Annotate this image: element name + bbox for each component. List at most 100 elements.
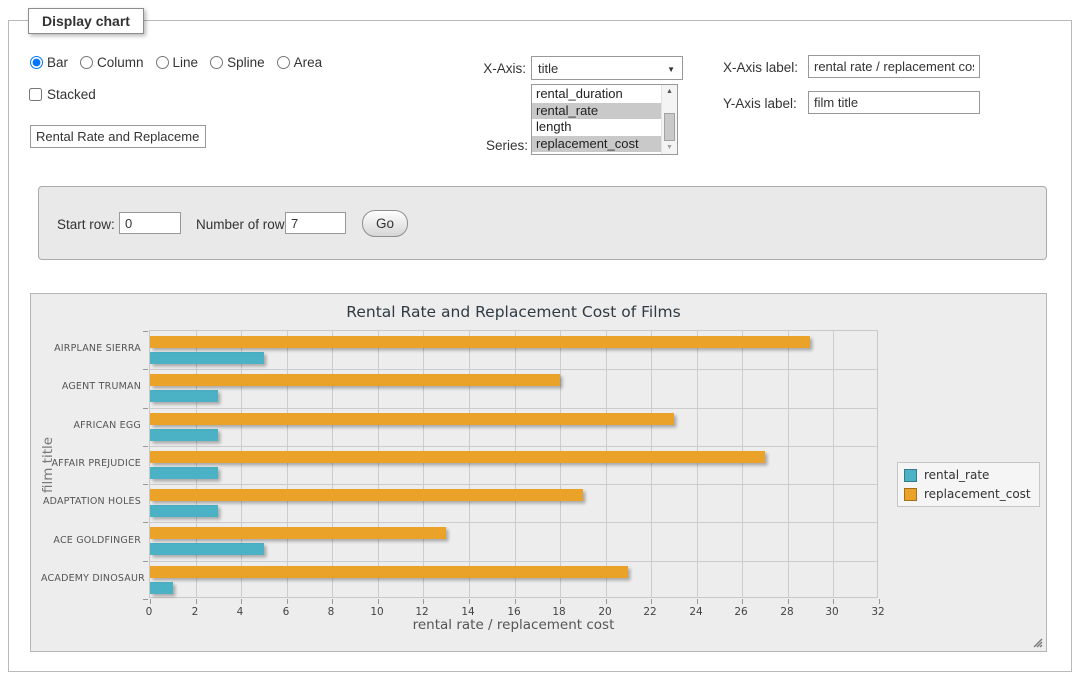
category-label: AIRPLANE SIERRA — [41, 343, 141, 354]
stacked-checkbox[interactable] — [29, 88, 42, 101]
series-option-rental_rate[interactable]: rental_rate — [532, 103, 661, 120]
series-option-rental_duration[interactable]: rental_duration — [532, 86, 661, 103]
dropdown-arrow-icon: ▼ — [667, 65, 675, 74]
y-axis-tick — [143, 484, 148, 485]
x-axis-tick — [560, 599, 561, 604]
x-axis-tick — [150, 599, 151, 604]
legend-swatch-rental_rate-icon — [904, 469, 917, 482]
x-axis-tick — [742, 599, 743, 604]
bar-rental_rate — [150, 467, 218, 479]
chart-type-radio-group: Bar Column Line Spline Area — [30, 55, 322, 70]
chart-type-label: Area — [294, 55, 323, 70]
legend-item-rental_rate: rental_rate — [904, 468, 1031, 482]
go-button[interactable]: Go — [362, 210, 408, 237]
series-option-length[interactable]: length — [532, 119, 661, 136]
num-rows-input[interactable] — [285, 212, 346, 234]
bar-rental_rate — [150, 505, 218, 517]
x-axis-title: rental rate / replacement cost — [149, 617, 878, 633]
x-axis-tick — [469, 599, 470, 604]
legend-item-replacement_cost: replacement_cost — [904, 487, 1031, 501]
chart-type-label: Line — [173, 55, 199, 70]
y-axis-tick — [143, 561, 148, 562]
gridline-vertical — [560, 331, 561, 597]
gridline-vertical — [332, 331, 333, 597]
stacked-label: Stacked — [47, 87, 96, 102]
chart-type-label: Bar — [47, 55, 68, 70]
x-axis-tick — [651, 599, 652, 604]
chart-type-radio-line[interactable] — [156, 56, 169, 69]
category-label: ACADEMY DINOSAUR — [41, 573, 141, 584]
gridline-vertical — [423, 331, 424, 597]
y-axis-label-text: Y-Axis label: — [723, 96, 797, 111]
legend-label: replacement_cost — [924, 487, 1031, 501]
gridline-vertical — [833, 331, 834, 597]
x-axis-select[interactable]: title ▼ — [531, 56, 683, 80]
scroll-up-icon[interactable]: ▲ — [662, 85, 677, 98]
gridline-vertical — [241, 331, 242, 597]
y-axis-tick — [143, 369, 148, 370]
resize-grip-icon[interactable] — [1031, 636, 1043, 648]
chart-panel: Rental Rate and Replacement Cost of Film… — [30, 293, 1047, 652]
chart-type-label: Spline — [227, 55, 265, 70]
x-axis-label-input[interactable] — [808, 55, 980, 78]
chart-type-radio-column[interactable] — [80, 56, 93, 69]
bar-rental_rate — [150, 390, 218, 402]
gridline-horizontal — [150, 484, 877, 485]
display-chart-legend: Display chart — [28, 8, 144, 34]
category-label: ACE GOLDFINGER — [41, 535, 141, 546]
gridline-horizontal — [150, 522, 877, 523]
y-axis-tick — [143, 522, 148, 523]
gridline-vertical — [287, 331, 288, 597]
category-label: AFFAIR PREJUDICE — [41, 458, 141, 469]
stacked-checkbox-row[interactable]: Stacked — [29, 87, 96, 102]
bar-replacement_cost — [150, 489, 583, 501]
x-axis-select-label: X-Axis: — [470, 61, 526, 76]
bar-rental_rate — [150, 352, 264, 364]
legend-label: rental_rate — [924, 468, 989, 482]
gridline-horizontal — [150, 561, 877, 562]
gridline-horizontal — [150, 369, 877, 370]
x-axis-tick — [241, 599, 242, 604]
plot-area — [149, 330, 878, 598]
y-axis-label-input[interactable] — [808, 91, 980, 114]
x-axis-label-text: X-Axis label: — [723, 60, 798, 75]
x-axis-tick — [697, 599, 698, 604]
chart-type-option-bar[interactable]: Bar — [30, 55, 68, 70]
gridline-vertical — [378, 331, 379, 597]
gridline-horizontal — [150, 408, 877, 409]
start-row-input[interactable] — [119, 212, 181, 234]
chart-type-radio-bar[interactable] — [30, 56, 43, 69]
legend-swatch-replacement_cost-icon — [904, 488, 917, 501]
x-axis-tick — [833, 599, 834, 604]
gridline-vertical — [651, 331, 652, 597]
gridline-vertical — [742, 331, 743, 597]
chart-type-option-area[interactable]: Area — [277, 55, 323, 70]
chart-title-input[interactable] — [30, 125, 206, 148]
bar-replacement_cost — [150, 527, 446, 539]
series-option-replacement_cost[interactable]: replacement_cost — [532, 136, 661, 153]
x-axis-tick — [332, 599, 333, 604]
bar-replacement_cost — [150, 413, 674, 425]
bar-replacement_cost — [150, 566, 628, 578]
page: Display chart Bar Column Line Spline Area St… — [0, 0, 1081, 681]
start-row-label: Start row: — [57, 217, 115, 232]
chart-type-option-column[interactable]: Column — [80, 55, 144, 70]
series-scrollbar[interactable]: ▲ ▼ — [661, 85, 677, 154]
gridline-vertical — [515, 331, 516, 597]
x-axis-tick — [606, 599, 607, 604]
chart-type-radio-area[interactable] — [277, 56, 290, 69]
row-range-panel — [38, 186, 1047, 260]
bar-rental_rate — [150, 582, 173, 594]
chart-type-option-line[interactable]: Line — [156, 55, 199, 70]
chart-title: Rental Rate and Replacement Cost of Film… — [149, 303, 878, 321]
chart-type-option-spline[interactable]: Spline — [210, 55, 265, 70]
bar-replacement_cost — [150, 374, 560, 386]
scroll-down-icon[interactable]: ▼ — [662, 141, 677, 154]
gridline-horizontal — [150, 446, 877, 447]
bar-replacement_cost — [150, 336, 810, 348]
gridline-vertical — [788, 331, 789, 597]
scrollbar-thumb[interactable] — [664, 113, 675, 141]
x-axis-tick — [879, 599, 880, 604]
gridline-vertical — [697, 331, 698, 597]
chart-type-radio-spline[interactable] — [210, 56, 223, 69]
